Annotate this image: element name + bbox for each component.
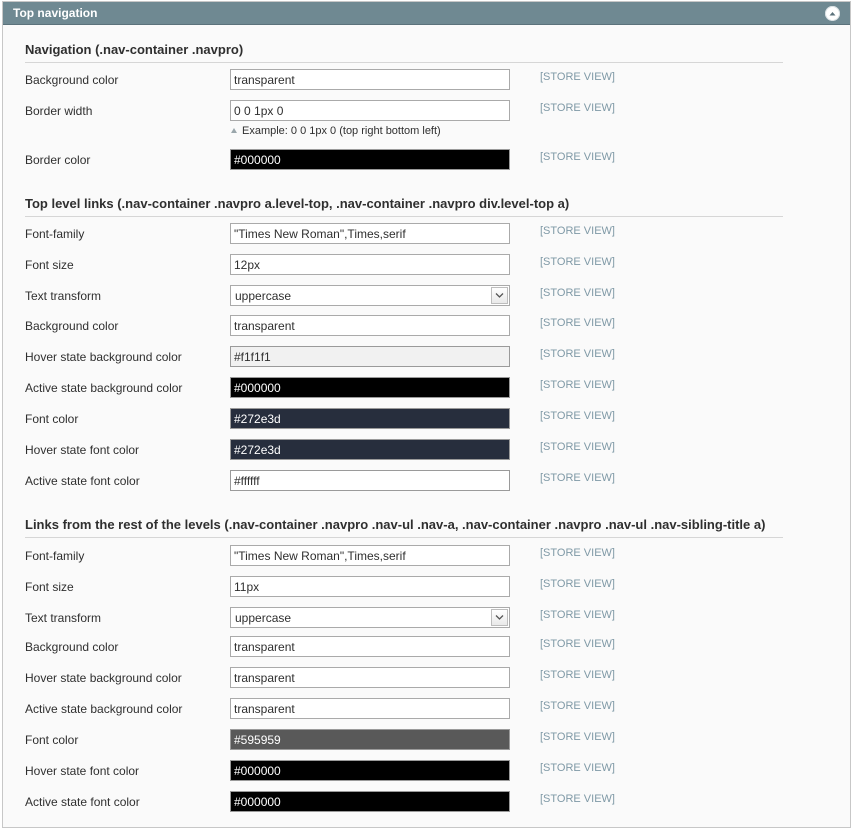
color-input[interactable] [230,729,510,750]
section-title: Links from the rest of the levels (.nav-… [25,517,783,538]
setting-row: Background color [STORE VIEW] [3,636,849,660]
setting-row: Active state background color [STORE VIEW… [3,377,849,401]
color-input[interactable] [230,149,510,170]
section-title: Navigation (.nav-container .navpro) [25,42,783,63]
setting-label: Background color [25,640,119,654]
setting-row: Hover state font color [STORE VIEW] [3,760,849,784]
color-input[interactable] [230,408,510,429]
field-note-text: Example: 0 0 1px 0 (top right bottom lef… [242,125,441,137]
setting-label: Background color [25,73,119,87]
setting-label: Font-family [25,549,85,563]
setting-row: Font color [STORE VIEW] [3,408,849,432]
panel-header[interactable]: Top navigation [3,2,850,25]
text-input[interactable] [230,100,510,121]
scope-label: [STORE VIEW] [540,700,615,712]
scope-label: [STORE VIEW] [540,410,615,422]
color-input[interactable] [230,439,510,460]
scope-label: [STORE VIEW] [540,762,615,774]
setting-label: Hover state font color [25,764,140,778]
section-title: Top level links (.nav-container .navpro … [25,196,783,217]
text-input[interactable] [230,69,510,90]
collapse-icon[interactable] [825,6,840,21]
setting-row: Font-family [STORE VIEW] [3,223,849,247]
setting-label: Hover state font color [25,443,140,457]
scope-label: [STORE VIEW] [540,225,615,237]
scope-label: [STORE VIEW] [540,547,615,559]
scope-label: [STORE VIEW] [540,348,615,360]
setting-row: Active state font color [STORE VIEW] [3,470,849,494]
scope-label: [STORE VIEW] [540,578,615,590]
setting-row: Font color [STORE VIEW] [3,729,849,753]
text-input[interactable] [230,254,510,275]
setting-label: Hover state background color [25,350,182,364]
scope-label: [STORE VIEW] [540,151,615,163]
setting-label: Active state font color [25,474,140,488]
text-transform-select[interactable]: uppercase [230,607,510,628]
chevron-down-icon[interactable] [491,609,508,626]
setting-row: Font-family [STORE VIEW] [3,545,849,569]
scope-label: [STORE VIEW] [540,287,615,299]
setting-row: Text transform uppercase [STORE VIEW] [3,285,849,309]
setting-row: Active state background color [STORE VIEW… [3,698,849,722]
color-input[interactable] [230,791,510,812]
setting-label: Font-family [25,227,85,241]
setting-label: Active state font color [25,795,140,809]
setting-row: Font size [STORE VIEW] [3,576,849,600]
color-input[interactable] [230,346,510,367]
color-input[interactable] [230,377,510,398]
setting-label: Hover state background color [25,671,182,685]
scope-label: [STORE VIEW] [540,102,615,114]
scope-label: [STORE VIEW] [540,379,615,391]
scope-label: [STORE VIEW] [540,669,615,681]
text-transform-select[interactable]: uppercase [230,285,510,306]
panel-title: Top navigation [13,6,98,20]
scope-label: [STORE VIEW] [540,317,615,329]
setting-row: Hover state background color [STORE VIEW] [3,346,849,370]
text-input[interactable] [230,576,510,597]
setting-label: Border color [25,153,91,167]
scope-label: [STORE VIEW] [540,441,615,453]
setting-row: Text transform uppercase [STORE VIEW] [3,607,849,631]
setting-row: Background color [STORE VIEW] [3,315,849,339]
color-input[interactable] [230,470,510,491]
scope-label: [STORE VIEW] [540,609,615,621]
setting-row: Background color [STORE VIEW] [3,69,849,93]
setting-label: Background color [25,319,119,333]
setting-row: Border width [STORE VIEW] Example: 0 0 1px… [3,100,849,137]
text-input[interactable] [230,315,510,336]
scope-label: [STORE VIEW] [540,472,615,484]
text-input[interactable] [230,698,510,719]
note-arrow-icon [231,128,237,134]
scope-label: [STORE VIEW] [540,71,615,83]
text-input[interactable] [230,636,510,657]
setting-row: Hover state font color [STORE VIEW] [3,439,849,463]
text-input[interactable] [230,545,510,566]
scope-label: [STORE VIEW] [540,256,615,268]
field-note: Example: 0 0 1px 0 (top right bottom lef… [231,125,441,137]
setting-label: Font size [25,580,74,594]
setting-label: Active state background color [25,381,183,395]
setting-label: Font size [25,258,74,272]
text-input[interactable] [230,667,510,688]
scope-label: [STORE VIEW] [540,731,615,743]
setting-row: Hover state background color [STORE VIEW] [3,667,849,691]
text-input[interactable] [230,223,510,244]
setting-label: Text transform [25,289,102,303]
select-value: uppercase [235,611,292,625]
select-value: uppercase [235,289,292,303]
setting-row: Border color [STORE VIEW] [3,149,849,173]
setting-label: Active state background color [25,702,183,716]
color-input[interactable] [230,760,510,781]
setting-label: Text transform [25,611,102,625]
setting-row: Font size [STORE VIEW] [3,254,849,278]
setting-label: Border width [25,104,93,118]
settings-panel: Top navigation Navigation (.nav-containe… [2,1,851,828]
setting-label: Font color [25,733,79,747]
scope-label: [STORE VIEW] [540,793,615,805]
chevron-down-icon[interactable] [491,287,508,304]
setting-row: Active state font color [STORE VIEW] [3,791,849,815]
scope-label: [STORE VIEW] [540,638,615,650]
setting-label: Font color [25,412,79,426]
